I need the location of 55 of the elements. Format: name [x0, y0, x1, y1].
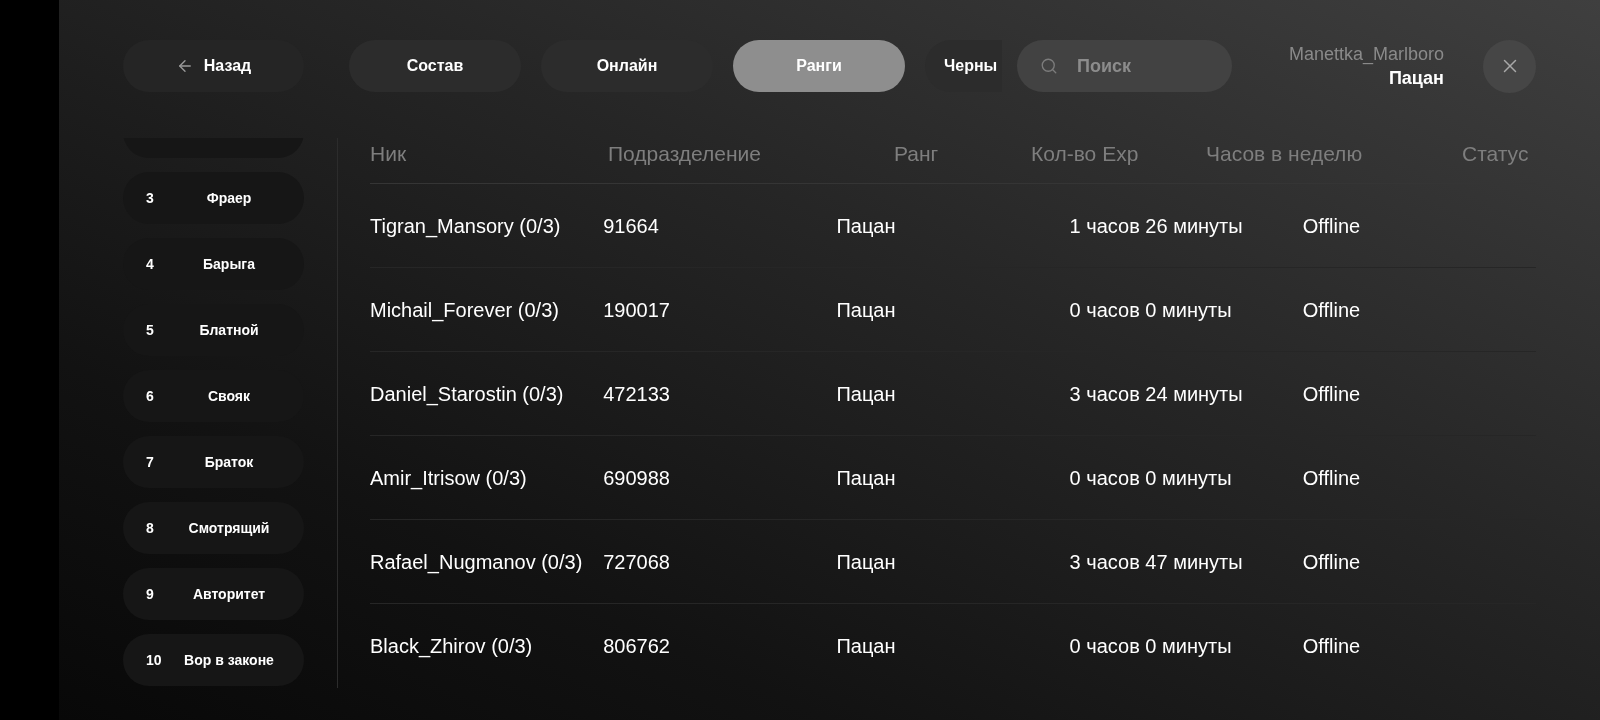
rank-item[interactable]: 10 Вор в законе — [123, 634, 304, 686]
hours-cell: 0 часов 0 минуты — [1069, 635, 1232, 657]
rank-cell: Пацан — [836, 214, 896, 237]
column-header: Подразделение — [608, 142, 762, 165]
subdivision-cell: 472133 — [603, 382, 670, 405]
subdivision-cell: 91664 — [603, 214, 659, 237]
subdivision-cell: 190017 — [603, 298, 670, 321]
status-cell: Offline — [1302, 466, 1361, 489]
rank-cell: Пацан — [836, 298, 896, 321]
user-rank: Пацан — [1388, 67, 1444, 90]
rank-cell: Пацан — [836, 466, 896, 489]
rank-cell: Пацан — [836, 382, 896, 405]
nickname-cell: Daniel_Starostin (0/3) — [370, 382, 564, 405]
table-row[interactable]: Daniel_Starostin (0/3) 472133 Пацан 3 часов 24 минуты Offline — [370, 352, 1536, 436]
rank-item[interactable]: 3 Фраер — [123, 172, 304, 224]
hours-cell: 3 часов 24 минуты — [1069, 382, 1243, 405]
subdivision-cell: 690988 — [603, 466, 670, 489]
column-header: Ник — [370, 142, 407, 165]
rank-item[interactable]: 7 Браток — [123, 436, 304, 488]
table-row[interactable]: Tigran_Mansory (0/3) 91664 Пацан 1 часов 26 минуты Offline — [370, 184, 1536, 268]
rank-cell: Пацан — [836, 635, 896, 657]
column-header: Кол-во Exp — [1031, 142, 1139, 165]
search-field[interactable]: Поиск — [1017, 40, 1232, 92]
table-row[interactable]: Amir_Itrisow (0/3) 690988 Пацан 0 часов 0 минуты Offline — [370, 436, 1536, 520]
table-row[interactable]: Black_Zhirov (0/3) 806762 Пацан 0 часов 0 минуты Offline — [370, 604, 1536, 688]
column-header: Часов в неделю — [1206, 142, 1363, 165]
rank-cell: Пацан — [836, 550, 896, 573]
status-cell: Offline — [1302, 550, 1361, 573]
hours-cell: 1 часов 26 минуты — [1069, 214, 1243, 237]
nickname-cell: Black_Zhirov (0/3) — [370, 635, 533, 657]
nickname-cell: Amir_Itrisow (0/3) — [370, 466, 527, 489]
search-icon — [1040, 57, 1058, 75]
subdivision-cell: 806762 — [603, 635, 670, 657]
user-name: Manettka_Marlboro — [1288, 43, 1444, 66]
nickname-cell: Michail_Forever (0/3) — [370, 298, 559, 321]
column-header: Статус — [1462, 142, 1529, 165]
table-row[interactable]: Rafael_Nugmanov (0/3) 727068 Пацан 3 часов 47 минуты Offline — [370, 520, 1536, 604]
rank-item[interactable]: 8 Смотрящий — [123, 502, 304, 554]
nickname-cell: Rafael_Nugmanov (0/3) — [370, 550, 583, 573]
rank-item[interactable]: 9 Авторитет — [123, 568, 304, 620]
tab[interactable]: Состав — [349, 40, 521, 92]
hours-cell: 0 часов 0 минуты — [1069, 466, 1232, 489]
status-cell: Offline — [1302, 214, 1361, 237]
status-cell: Offline — [1302, 635, 1361, 657]
back-button[interactable]: Назад — [123, 40, 304, 92]
tab[interactable]: Черны — [925, 40, 1002, 92]
hours-cell: 0 часов 0 минуты — [1069, 298, 1232, 321]
nickname-cell: Tigran_Mansory (0/3) — [370, 214, 561, 237]
table-row[interactable]: Michail_Forever (0/3) 190017 Пацан 0 часов 0 минуты Offline — [370, 268, 1536, 352]
close-button[interactable] — [1483, 39, 1536, 93]
status-cell: Offline — [1302, 382, 1361, 405]
hours-cell: 3 часов 47 минуты — [1069, 550, 1243, 573]
subdivision-cell: 727068 — [603, 550, 670, 573]
column-header: Ранг — [894, 142, 939, 165]
status-cell: Offline — [1302, 298, 1361, 321]
